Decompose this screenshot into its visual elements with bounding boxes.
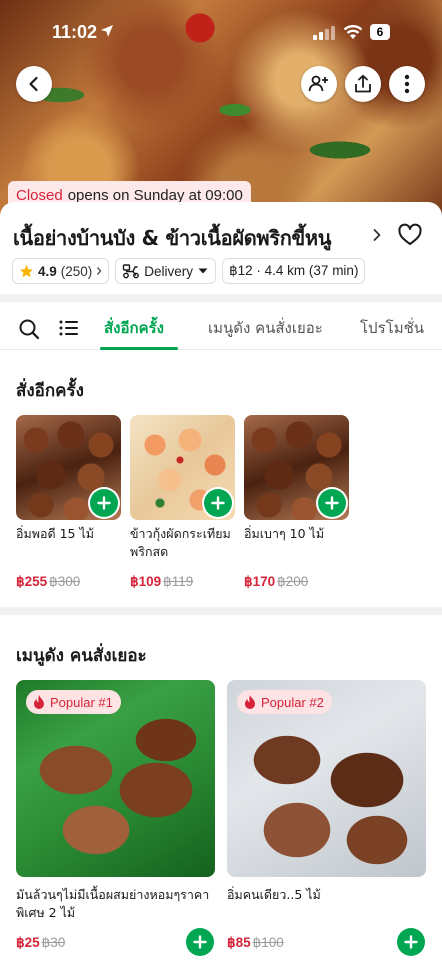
add-to-cart-button[interactable] xyxy=(318,489,346,517)
original-price: ฿300 xyxy=(49,574,81,589)
section-divider xyxy=(0,607,442,615)
popular-rank-label: Popular #2 xyxy=(261,694,324,710)
share-icon xyxy=(355,74,371,93)
store-info-card: เนื้อย่างบ้านบัง & ข้าวเนื้อผัดพริกขี้หน… xyxy=(0,202,442,300)
tab-popular[interactable]: เมนูดัง คนสั่งเยอะ xyxy=(208,316,323,340)
share-button[interactable] xyxy=(345,66,381,102)
plus-icon xyxy=(325,496,339,510)
original-price: ฿30 xyxy=(41,935,66,950)
menu-list-icon[interactable] xyxy=(59,320,79,336)
chevron-left-icon xyxy=(29,76,38,92)
chevron-right-icon[interactable] xyxy=(372,228,382,242)
signal-icon xyxy=(313,26,335,40)
menu-item-card[interactable]: อิ่มเบาๆ 10 ไม้ ฿170 ฿200 xyxy=(244,415,349,595)
active-tab-indicator xyxy=(100,347,178,350)
star-icon xyxy=(20,264,33,277)
menu-item-price: ฿85 ฿100 xyxy=(227,934,284,952)
battery-indicator: 6 xyxy=(370,24,390,40)
delivery-scooter-icon xyxy=(123,264,140,279)
store-meta-chips: 4.9 (250) Delivery ฿12 · 4.4 km (37 min) xyxy=(12,258,366,284)
add-to-cart-button[interactable] xyxy=(186,928,214,956)
more-options-button[interactable] xyxy=(389,66,425,102)
store-name[interactable]: เนื้อย่างบ้านบัง & ข้าวเนื้อผัดพริกขี้หน… xyxy=(13,222,373,254)
menu-item-price: ฿170 ฿200 xyxy=(244,573,308,591)
menu-item-card[interactable]: ข้าวกุ้งผัดกระเทียมพริกสด ฿109 ฿119 xyxy=(130,415,235,595)
menu-category-tabbar: สั่งอีกครั้ง เมนูดัง คนสั่งเยอะ โปรโมชั่… xyxy=(0,304,442,350)
original-price: ฿100 xyxy=(252,935,284,950)
chevron-right-icon xyxy=(97,267,102,275)
rating-chip[interactable]: 4.9 (250) xyxy=(12,258,110,284)
add-to-cart-button[interactable] xyxy=(204,489,232,517)
tab-promotions[interactable]: โปรโมชั่น xyxy=(360,316,424,340)
menu-item-name: อิ่มคนเดียว..5 ไม้ xyxy=(227,887,321,902)
caret-down-icon xyxy=(198,268,208,274)
status-bar: 11:02 6 xyxy=(0,0,442,60)
add-to-cart-button[interactable] xyxy=(397,928,425,956)
original-price: ฿200 xyxy=(277,574,309,589)
popular-rank-badge: Popular #2 xyxy=(237,690,332,714)
invite-group-order-button[interactable] xyxy=(301,66,337,102)
fire-icon xyxy=(245,695,255,709)
original-price: ฿119 xyxy=(163,574,194,589)
plus-icon xyxy=(193,935,207,949)
popular-rank-label: Popular #1 xyxy=(50,694,113,710)
favorite-heart-icon[interactable] xyxy=(397,223,423,247)
menu-item-card[interactable]: อิ่มพอดี 15 ไม้ ฿255 ฿300 xyxy=(16,415,121,595)
closed-label: Closed xyxy=(16,186,63,204)
popular-heading: เมนูดัง คนสั่งเยอะ xyxy=(16,646,147,666)
fire-icon xyxy=(34,695,44,709)
delivery-label: Delivery xyxy=(144,263,194,279)
status-time: 11:02 xyxy=(52,22,98,42)
rating-count: (250) xyxy=(60,263,93,279)
delivery-fee-distance-chip: ฿12 · 4.4 km (37 min) xyxy=(222,258,366,284)
search-icon[interactable] xyxy=(18,318,40,340)
sale-price: ฿170 xyxy=(244,574,276,589)
plus-icon xyxy=(97,496,111,510)
menu-item-name: มันล้วนๆไม่มีเนื้อผสมย่างหอมๆราคาพิเศษ 2… xyxy=(16,887,210,920)
opening-time-text: opens on Sunday at 09:00 xyxy=(67,186,243,204)
sale-price: ฿25 xyxy=(16,935,40,950)
tab-order-again[interactable]: สั่งอีกครั้ง xyxy=(104,316,164,340)
store-page: 11:02 6 Closed opens on Sunday at 09:00 … xyxy=(0,0,442,960)
location-arrow-icon xyxy=(101,25,113,37)
wifi-icon xyxy=(343,25,363,39)
rating-value: 4.9 xyxy=(38,263,57,279)
sale-price: ฿109 xyxy=(130,574,162,589)
delivery-mode-selector[interactable]: Delivery xyxy=(115,258,217,284)
menu-item-name: ข้าวกุ้งผัดกระเทียมพริกสด xyxy=(130,526,231,559)
plus-icon xyxy=(404,935,418,949)
menu-item-name: อิ่มพอดี 15 ไม้ xyxy=(16,526,94,541)
add-user-icon xyxy=(308,75,328,92)
delivery-fee-text: ฿12 · 4.4 km (37 min) xyxy=(229,263,359,278)
sale-price: ฿85 xyxy=(227,935,251,950)
menu-item-price: ฿255 ฿300 xyxy=(16,573,80,591)
popular-item-image[interactable]: Popular #1 xyxy=(16,680,215,877)
popular-rank-badge: Popular #1 xyxy=(26,690,121,714)
sale-price: ฿255 xyxy=(16,574,48,589)
section-divider xyxy=(0,294,442,302)
order-again-heading: สั่งอีกครั้ง xyxy=(16,381,84,401)
menu-item-price: ฿25 ฿30 xyxy=(16,934,65,952)
back-button[interactable] xyxy=(16,66,52,102)
add-to-cart-button[interactable] xyxy=(90,489,118,517)
plus-icon xyxy=(211,496,225,510)
menu-item-price: ฿109 ฿119 xyxy=(130,573,193,591)
popular-item-image[interactable]: Popular #2 xyxy=(227,680,426,877)
menu-item-name: อิ่มเบาๆ 10 ไม้ xyxy=(244,526,325,541)
more-vertical-icon xyxy=(404,74,410,94)
